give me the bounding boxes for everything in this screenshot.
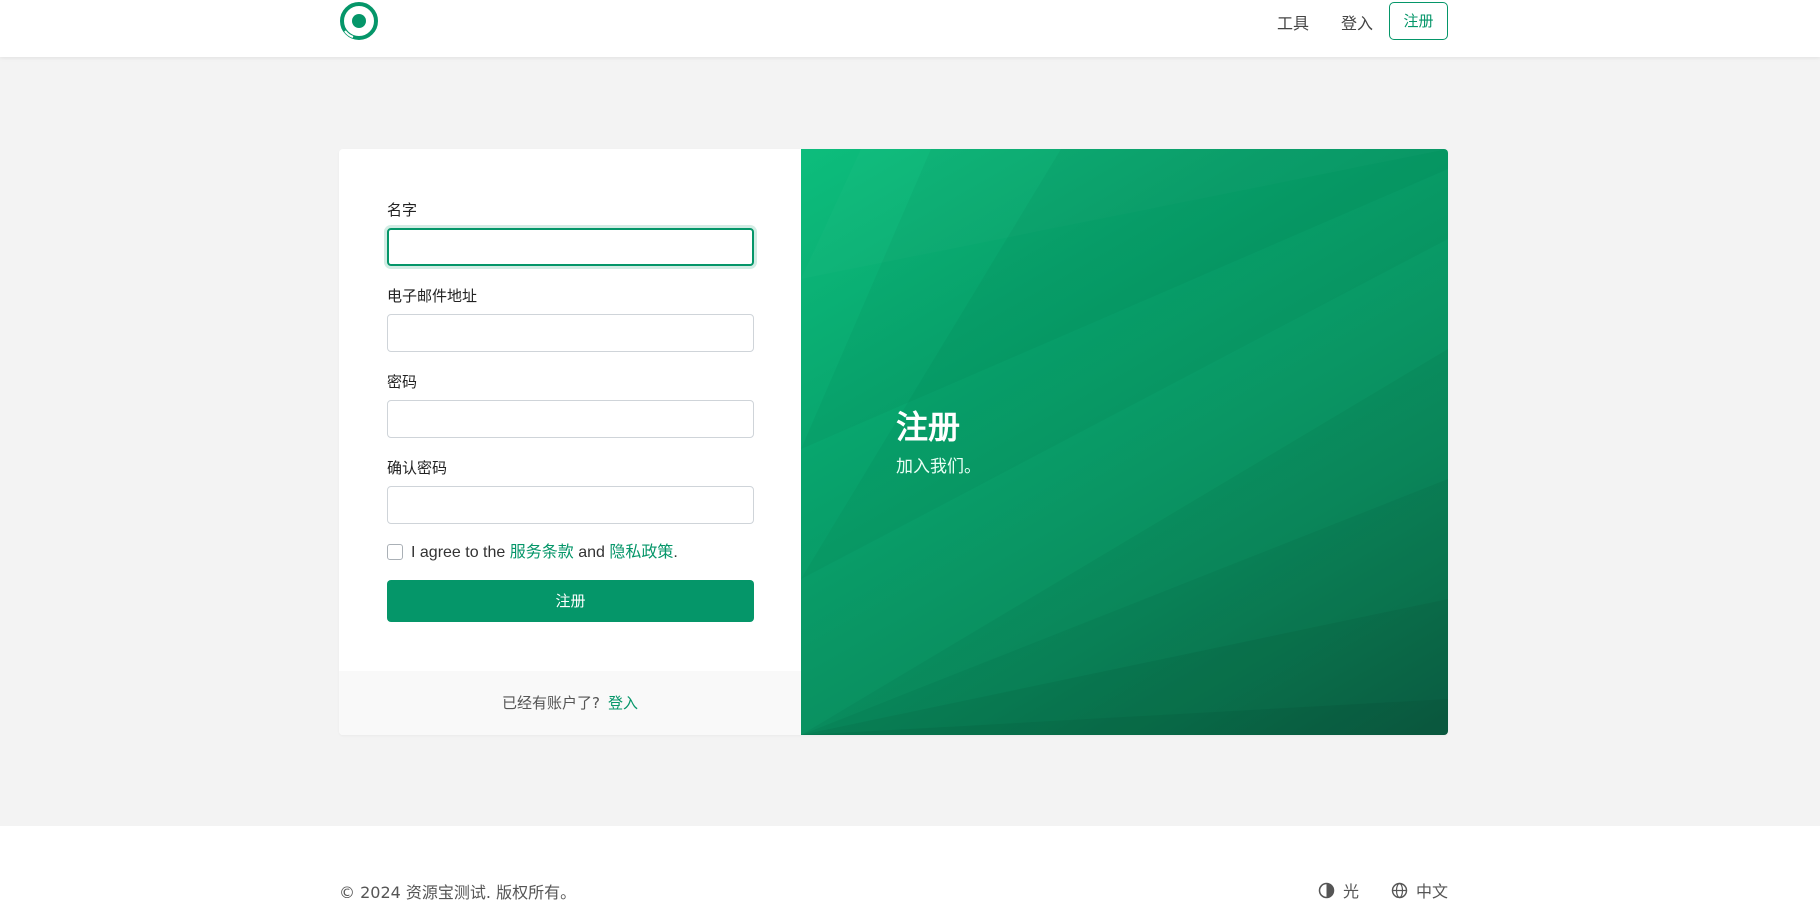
nav-register-button[interactable]: 注册 xyxy=(1389,2,1448,40)
agree-middle: and xyxy=(578,544,605,561)
nav-login-link[interactable]: 登入 xyxy=(1341,10,1373,38)
agree-prefix: I agree to the xyxy=(411,544,506,561)
email-label: 电子邮件地址 xyxy=(387,287,478,305)
have-account-text: 已经有账户了? xyxy=(502,694,600,712)
confirm-password-field[interactable] xyxy=(387,486,754,524)
register-card: 名字 电子邮件地址 密码 确认密码 I agree to the 服务条款 an… xyxy=(339,149,1448,735)
agree-row: I agree to the 服务条款 and 隐私政策. xyxy=(387,543,678,563)
terms-link[interactable]: 服务条款 xyxy=(510,544,574,561)
hero-subtitle: 加入我们。 xyxy=(896,457,981,477)
register-submit-button[interactable]: 注册 xyxy=(387,580,754,622)
theme-toggle[interactable]: 光 xyxy=(1318,878,1359,902)
password-label: 密码 xyxy=(387,373,418,391)
nav-tools-link[interactable]: 工具 xyxy=(1277,10,1309,38)
name-field[interactable] xyxy=(387,228,754,266)
agree-checkbox[interactable] xyxy=(387,544,403,560)
top-navbar: 工具 登入 注册 xyxy=(0,0,1820,57)
language-label: 中文 xyxy=(1416,882,1449,901)
globe-icon xyxy=(1391,882,1408,898)
theme-label: 光 xyxy=(1343,882,1360,901)
language-selector[interactable]: 中文 xyxy=(1391,878,1448,902)
copyright-text: © 2024 资源宝测试. 版权所有。 xyxy=(339,883,577,902)
logo-icon[interactable] xyxy=(339,1,379,41)
hero-title: 注册 xyxy=(896,408,961,446)
privacy-link[interactable]: 隐私政策 xyxy=(609,544,673,561)
email-field[interactable] xyxy=(387,314,754,352)
contrast-icon xyxy=(1318,882,1335,898)
password-field[interactable] xyxy=(387,400,754,438)
page-footer: © 2024 资源宝测试. 版权所有。 光 中文 xyxy=(0,826,1820,914)
confirm-password-label: 确认密码 xyxy=(387,459,448,477)
name-label: 名字 xyxy=(387,201,418,219)
form-footer: 已经有账户了? 登入 xyxy=(339,671,801,735)
hero-panel: 注册 加入我们。 xyxy=(801,149,1448,735)
footer-login-link[interactable]: 登入 xyxy=(608,694,638,712)
register-form: 名字 电子邮件地址 密码 确认密码 I agree to the 服务条款 an… xyxy=(339,149,801,735)
agree-suffix: . xyxy=(673,544,678,561)
